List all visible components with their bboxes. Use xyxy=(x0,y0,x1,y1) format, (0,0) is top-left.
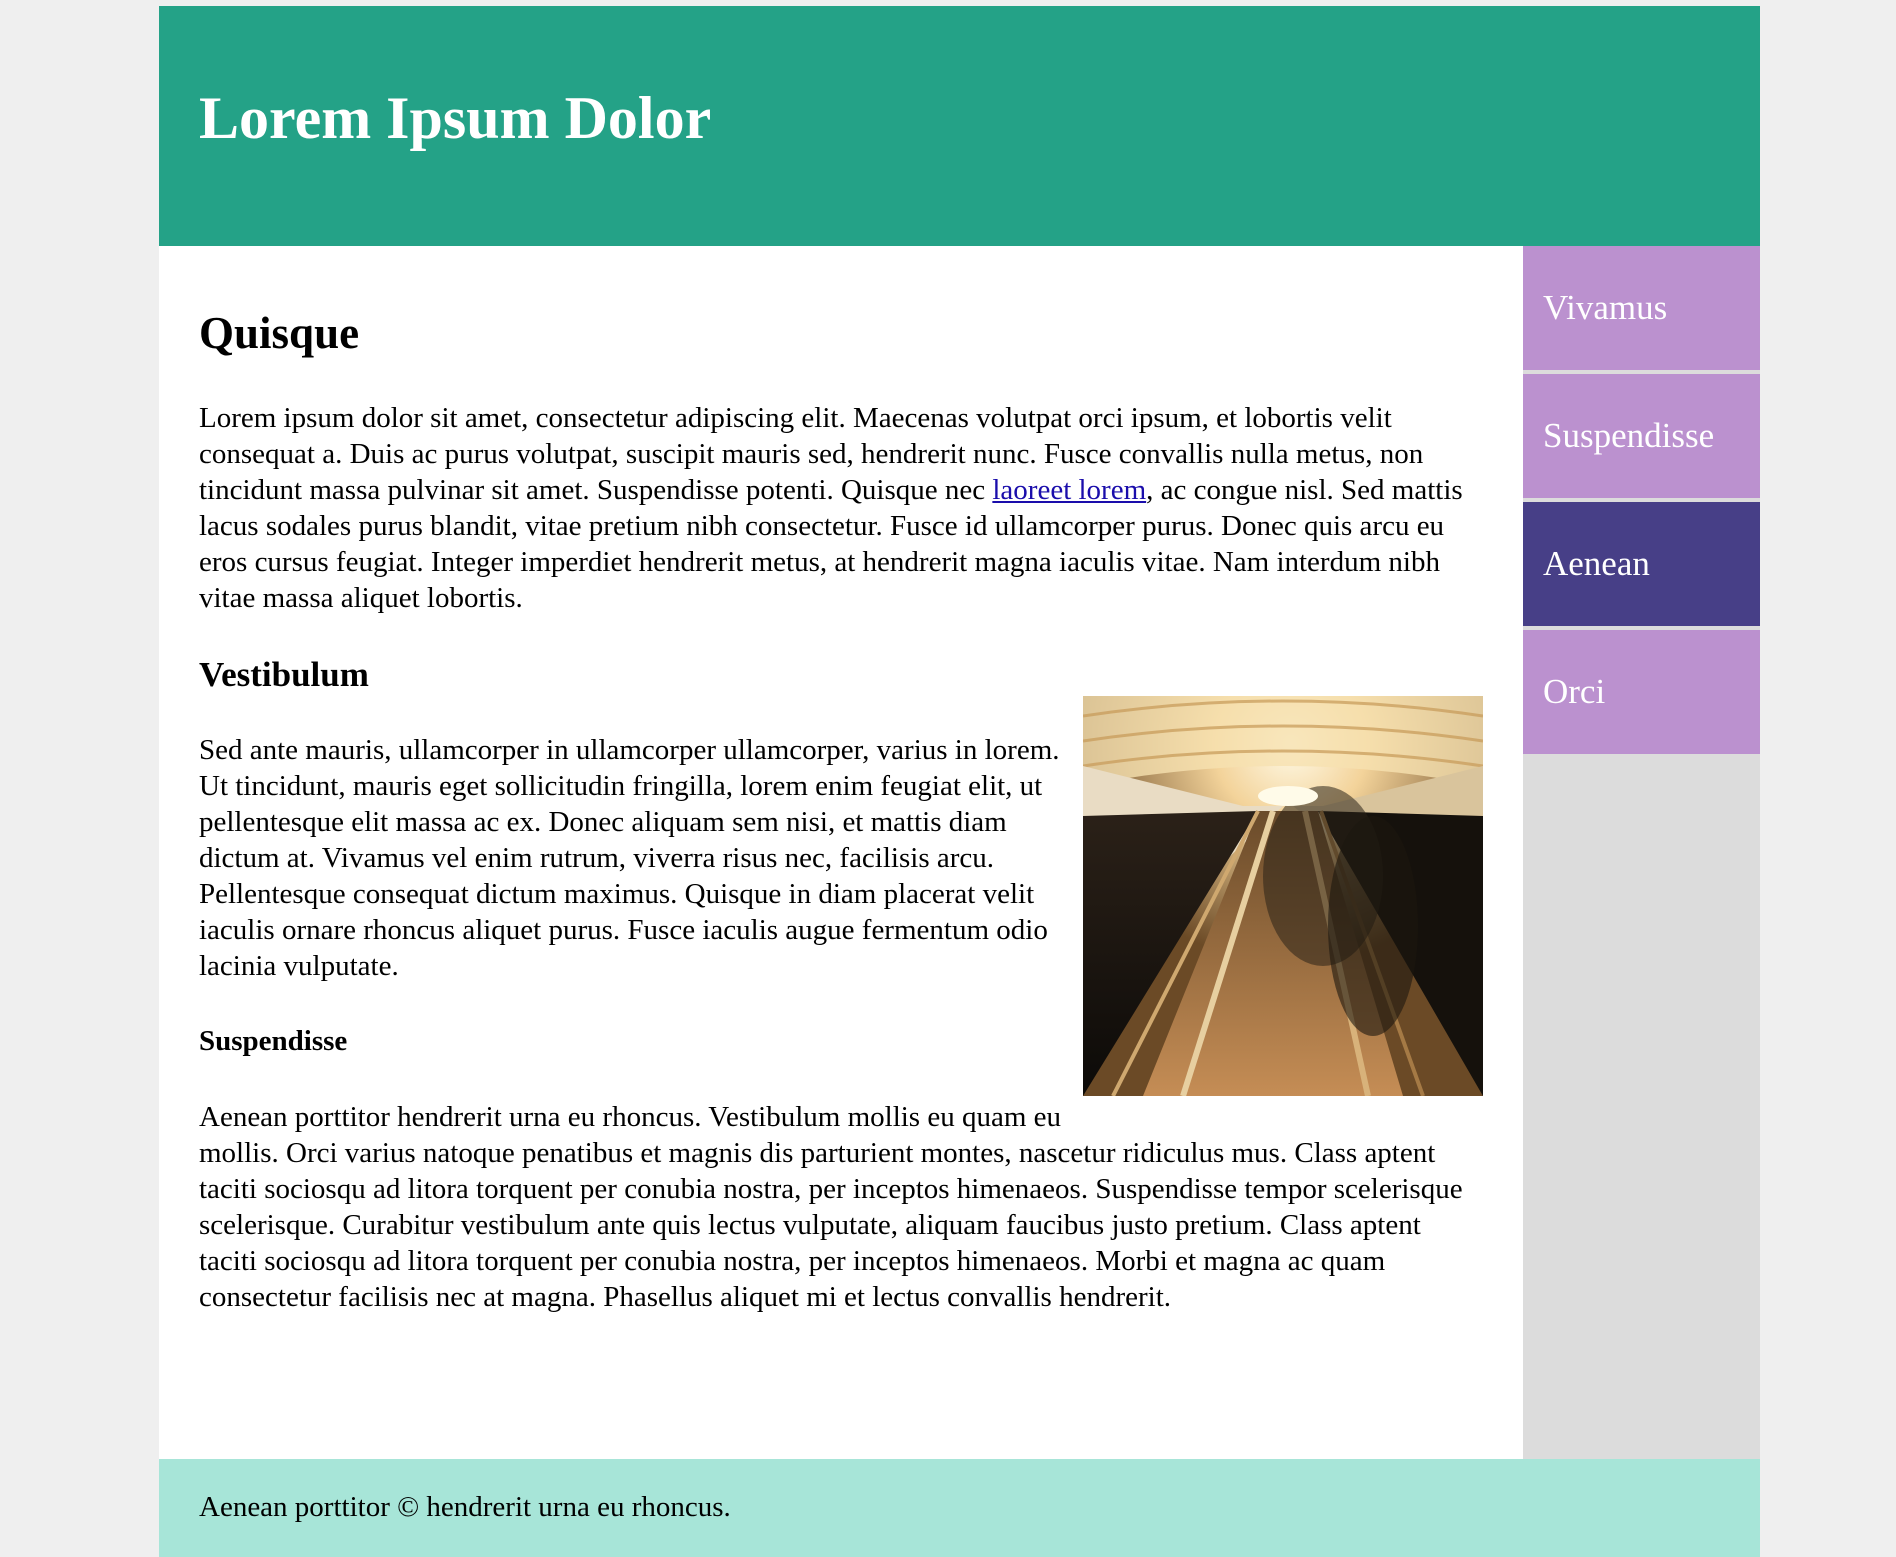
nav-item-suspendisse[interactable]: Suspendisse xyxy=(1523,374,1760,498)
footer-text: Aenean porttitor © hendrerit urna eu rho… xyxy=(199,1491,731,1523)
intro-paragraph: Lorem ipsum dolor sit amet, consectetur … xyxy=(199,400,1483,616)
nav-item-aenean[interactable]: Aenean xyxy=(1523,502,1760,626)
nav-item-vivamus[interactable]: Vivamus xyxy=(1523,246,1760,370)
article: Quisque Lorem ipsum dolor sit amet, cons… xyxy=(199,306,1483,1315)
subsection-heading: Vestibulum xyxy=(199,655,369,694)
site-header: Lorem Ipsum Dolor xyxy=(159,6,1760,246)
nav-item-orci[interactable]: Orci xyxy=(1523,630,1760,754)
sidebar-nav: Vivamus Suspendisse Aenean Orci xyxy=(1523,246,1760,1459)
main-content: Quisque Lorem ipsum dolor sit amet, cons… xyxy=(159,246,1523,1459)
site-footer: Aenean porttitor © hendrerit urna eu rho… xyxy=(159,1459,1760,1557)
section-heading: Quisque xyxy=(199,308,360,358)
page-container: Lorem Ipsum Dolor Quisque Lorem ipsum do… xyxy=(159,6,1760,1557)
escalator-photo xyxy=(1083,696,1483,1096)
suspendisse-paragraph: Aenean porttitor hendrerit urna eu rhonc… xyxy=(199,1100,1463,1313)
site-title: Lorem Ipsum Dolor xyxy=(199,85,712,151)
laoreet-lorem-link[interactable]: laoreet lorem xyxy=(992,474,1146,506)
